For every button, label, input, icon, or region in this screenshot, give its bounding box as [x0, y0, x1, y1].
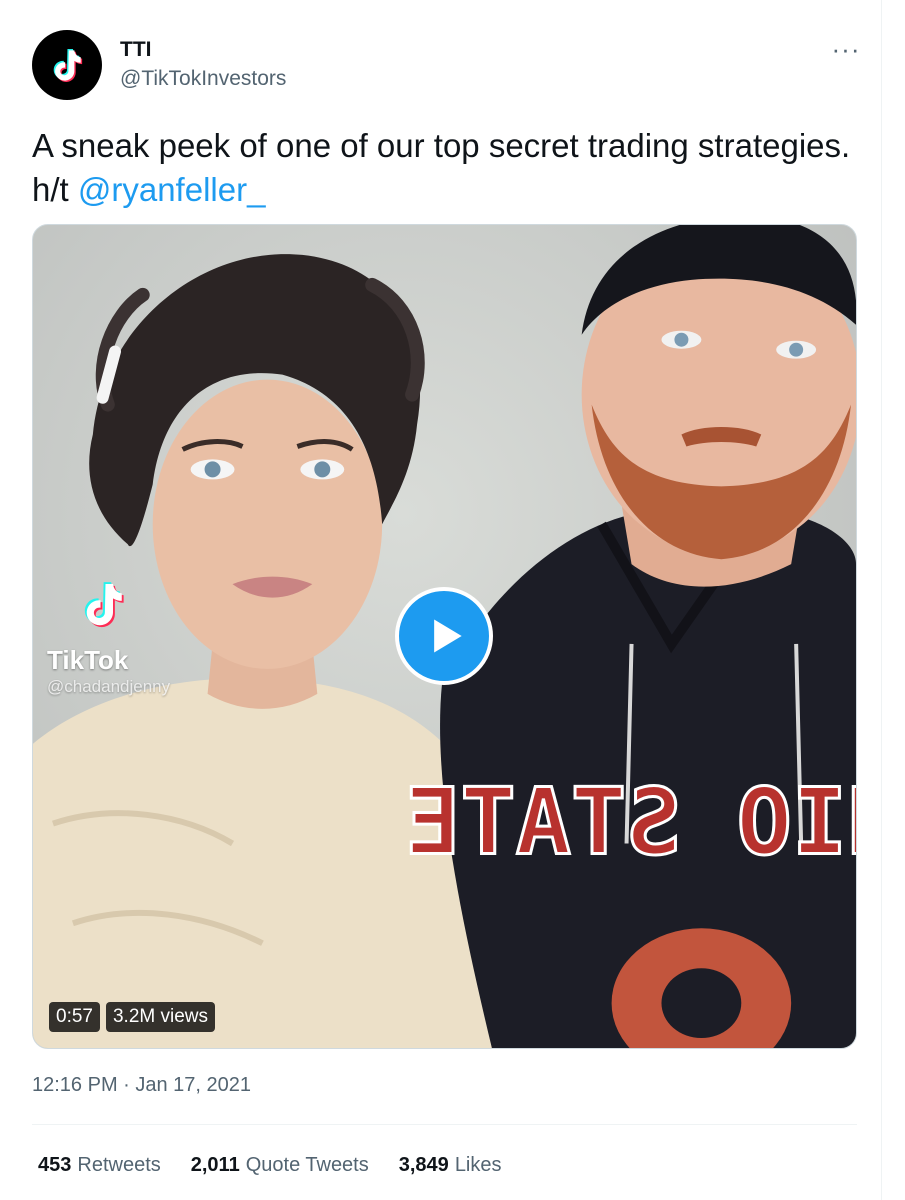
tiktok-watermark-user: @chadandjenny [47, 677, 171, 696]
divider [32, 1124, 857, 1125]
video-player[interactable]: OHIO STATE TikTok @chadandjenny 0:57 3.2… [32, 224, 857, 1049]
author-handle[interactable]: @TikTokInvestors [120, 67, 286, 91]
video-badges: 0:57 3.2M views [49, 1002, 216, 1032]
tiktok-watermark-icon [84, 582, 124, 628]
play-icon [434, 619, 462, 653]
mention-link[interactable]: @ryanfeller_ [78, 171, 266, 208]
stat-count: 3,849 [398, 1154, 449, 1176]
stat-count: 2,011 [190, 1154, 240, 1176]
retweets-stat[interactable]: 453 Retweets [38, 1154, 161, 1177]
tiktok-logo-icon [53, 48, 83, 82]
play-button[interactable] [395, 587, 493, 685]
tweet-timestamp[interactable]: 12:16 PM · Jan 17, 2021 [32, 1074, 251, 1097]
author-display-name[interactable]: TTI [120, 38, 152, 62]
shirt-lettering: OHIO STATE [405, 768, 856, 875]
tweet-card: TTI @TikTokInvestors ··· A sneak peek of… [0, 0, 882, 1200]
more-options-icon[interactable]: ··· [826, 34, 866, 64]
avatar[interactable] [32, 30, 102, 100]
tweet-text: A sneak peek of one of our top secret tr… [32, 124, 852, 212]
tiktok-watermark-text: TikTok [47, 645, 129, 675]
stat-count: 453 [38, 1154, 72, 1176]
engagement-stats: 453 Retweets 2,011 Quote Tweets 3,849 Li… [38, 1154, 532, 1177]
quote-tweets-stat[interactable]: 2,011 Quote Tweets [191, 1154, 369, 1177]
likes-stat[interactable]: 3,849 Likes [399, 1154, 502, 1177]
stat-label: Retweets [77, 1154, 161, 1176]
views-badge: 3.2M views [105, 1002, 216, 1032]
stat-label: Quote Tweets [245, 1154, 369, 1176]
duration-badge: 0:57 [49, 1002, 100, 1032]
stat-label: Likes [454, 1154, 502, 1176]
